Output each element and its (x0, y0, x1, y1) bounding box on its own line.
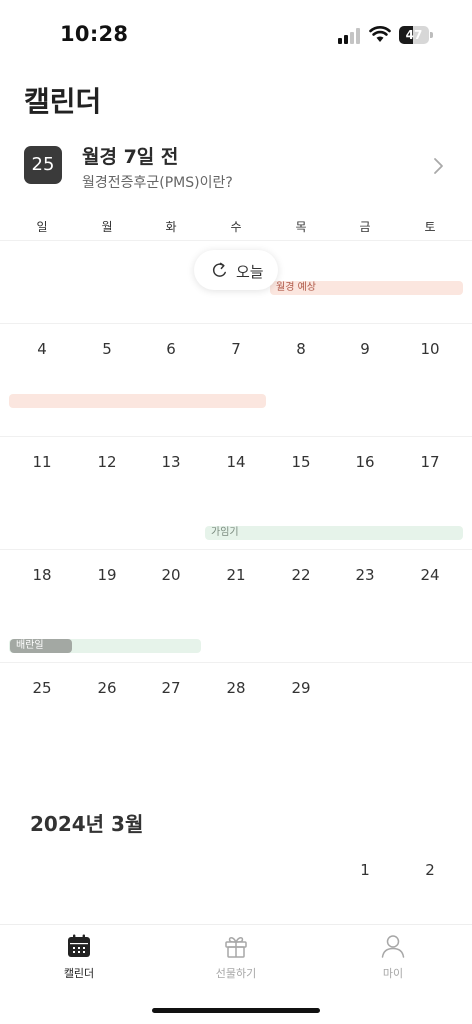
period-forecast-label: 월경 예상 (276, 282, 316, 293)
weekday-header: 일 월 화 수 목 금 토 (10, 218, 463, 238)
weekday-tue: 화 (165, 220, 177, 234)
weekday-fri: 금 (359, 220, 371, 234)
calendar-day[interactable]: 23 (333, 566, 397, 584)
divider (0, 323, 472, 324)
tab-calendar[interactable]: 캘린더 (29, 933, 129, 981)
calendar-day[interactable]: 12 (75, 453, 139, 471)
divider (0, 240, 472, 241)
tab-label: 선물하기 (215, 967, 257, 980)
calendar-day[interactable]: 1 (333, 861, 397, 879)
calendar-day[interactable]: 14 (204, 453, 268, 471)
calendar-day[interactable]: 15 (269, 453, 333, 471)
divider (0, 549, 472, 550)
calendar-day[interactable]: 21 (204, 566, 268, 584)
today-label: 오늘 (236, 263, 264, 281)
tab-my[interactable]: 마이 (343, 933, 443, 981)
fertile-window-bar[interactable] (205, 526, 463, 540)
fertile-window-label: 가임기 (211, 527, 239, 538)
calendar-day[interactable]: 18 (10, 566, 74, 584)
calendar-day[interactable]: 5 (75, 340, 139, 358)
calendar-day[interactable]: 2 (398, 861, 462, 879)
day-badge: 25 (24, 146, 62, 184)
calendar-day[interactable]: 16 (333, 453, 397, 471)
pms-info-link[interactable]: 월경전증후군(PMS)이란? (82, 172, 233, 192)
wifi-icon (369, 26, 391, 42)
calendar-day[interactable]: 26 (75, 679, 139, 697)
calendar-day[interactable]: 19 (75, 566, 139, 584)
calendar-day[interactable]: 25 (10, 679, 74, 697)
calendar-day[interactable]: 8 (269, 340, 333, 358)
ovulation-day-label: 배란일 (16, 640, 44, 651)
calendar-day[interactable]: 29 (269, 679, 333, 697)
today-button[interactable]: 오늘 (194, 250, 278, 290)
calendar-day[interactable]: 28 (204, 679, 268, 697)
person-icon (381, 935, 405, 958)
refresh-icon (212, 262, 226, 277)
calendar-day[interactable]: 4 (10, 340, 74, 358)
battery-level: 47 (405, 28, 423, 42)
tab-label: 캘린더 (63, 967, 95, 980)
calendar-day[interactable]: 22 (269, 566, 333, 584)
calendar-day[interactable]: 20 (139, 566, 203, 584)
gift-icon (225, 937, 247, 958)
calendar-day[interactable]: 6 (139, 340, 203, 358)
weekday-wed: 수 (230, 220, 242, 234)
calendar-day[interactable]: 13 (139, 453, 203, 471)
calendar-icon (68, 934, 90, 957)
calendar-day[interactable]: 9 (333, 340, 397, 358)
calendar-day[interactable]: 27 (139, 679, 203, 697)
divider (0, 436, 472, 437)
weekday-mon: 월 (101, 220, 113, 234)
page-title: 캘린더 (24, 85, 102, 118)
calendar-day[interactable]: 17 (398, 453, 462, 471)
battery-icon: 47 (399, 26, 433, 44)
calendar-day[interactable]: 11 (10, 453, 74, 471)
weekday-sun: 일 (36, 220, 48, 234)
month-title: 2024년 3월 (30, 812, 144, 836)
status-time: 10:28 (60, 22, 129, 46)
period-card[interactable]: 25 월경 7일 전 월경전증후군(PMS)이란? (14, 136, 458, 198)
tab-label: 마이 (382, 967, 404, 980)
chevron-right-icon (434, 158, 443, 174)
tab-gift[interactable]: 선물하기 (186, 933, 286, 981)
weekday-thu: 목 (295, 220, 307, 234)
divider (0, 662, 472, 663)
calendar-day[interactable]: 10 (398, 340, 462, 358)
status-bar: 10:28 47 (0, 0, 472, 70)
period-countdown-title: 월경 7일 전 (82, 146, 179, 168)
calendar-day[interactable]: 24 (398, 566, 462, 584)
weekday-sat: 토 (424, 220, 436, 234)
period-forecast-bar[interactable] (9, 394, 266, 408)
calendar-day[interactable]: 7 (204, 340, 268, 358)
home-indicator (152, 1008, 320, 1013)
signal-icon (338, 28, 364, 44)
